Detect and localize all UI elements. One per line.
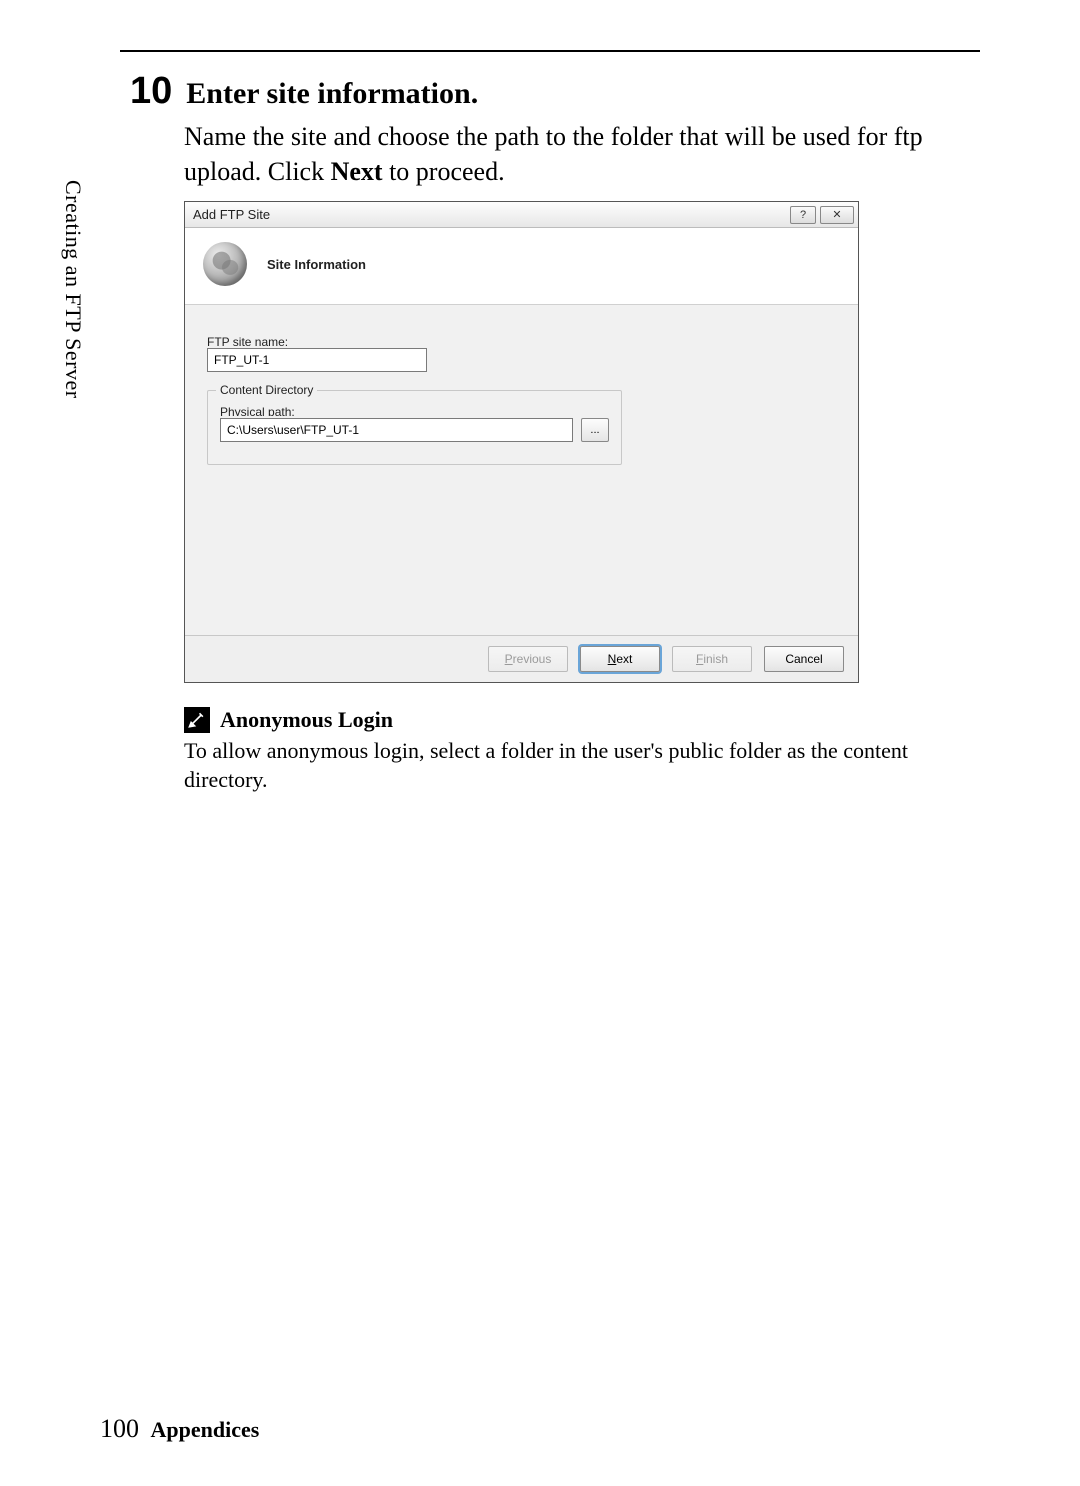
dialog-window-title: Add FTP Site [193,207,790,222]
footer-section: Appendices [151,1417,260,1442]
add-ftp-site-dialog: Add FTP Site ? ✕ Site Information FTP si… [184,201,859,683]
help-button[interactable]: ? [790,206,816,224]
top-rule [120,50,980,52]
dialog-titlebar: Add FTP Site ? ✕ [185,202,858,228]
page-number: 100 [100,1414,139,1443]
step-body-post: to proceed. [383,157,505,186]
dialog-footer: Previous Next Finish Cancel [185,635,858,682]
dialog-body: FTP site name: Content Directory Physica… [185,305,858,635]
content-directory-group: Content Directory Physical path: ... [207,390,622,465]
page-footer: 100 Appendices [100,1414,259,1444]
help-icon: ? [800,209,806,221]
browse-button[interactable]: ... [581,418,609,442]
finish-button: Finish [672,646,752,672]
note-title: Anonymous Login [220,707,393,733]
globe-icon [203,242,247,286]
site-name-input[interactable] [207,348,427,372]
close-button[interactable]: ✕ [820,206,854,224]
physical-path-input[interactable] [220,418,573,442]
close-icon: ✕ [832,208,841,221]
step-title: Enter site information. [186,77,478,111]
step-body-bold: Next [331,157,383,186]
step-number: 10 [130,70,172,113]
dialog-header: Site Information [185,228,858,305]
side-tab-label: Creating an FTP Server [60,180,86,399]
note-body: To allow anonymous login, select a folde… [184,737,980,794]
physical-path-label: Physical path: [220,405,609,416]
next-button[interactable]: Next [580,646,660,672]
content-directory-legend: Content Directory [216,383,317,397]
dialog-header-title: Site Information [267,257,366,272]
step-description: Name the site and choose the path to the… [184,119,980,189]
site-name-label: FTP site name: [207,335,836,346]
step-body-pre: Name the site and choose the path to the… [184,122,923,186]
previous-button: Previous [488,646,568,672]
note-icon [184,707,210,733]
note-block: Anonymous Login To allow anonymous login… [184,707,980,794]
cancel-button[interactable]: Cancel [764,646,844,672]
